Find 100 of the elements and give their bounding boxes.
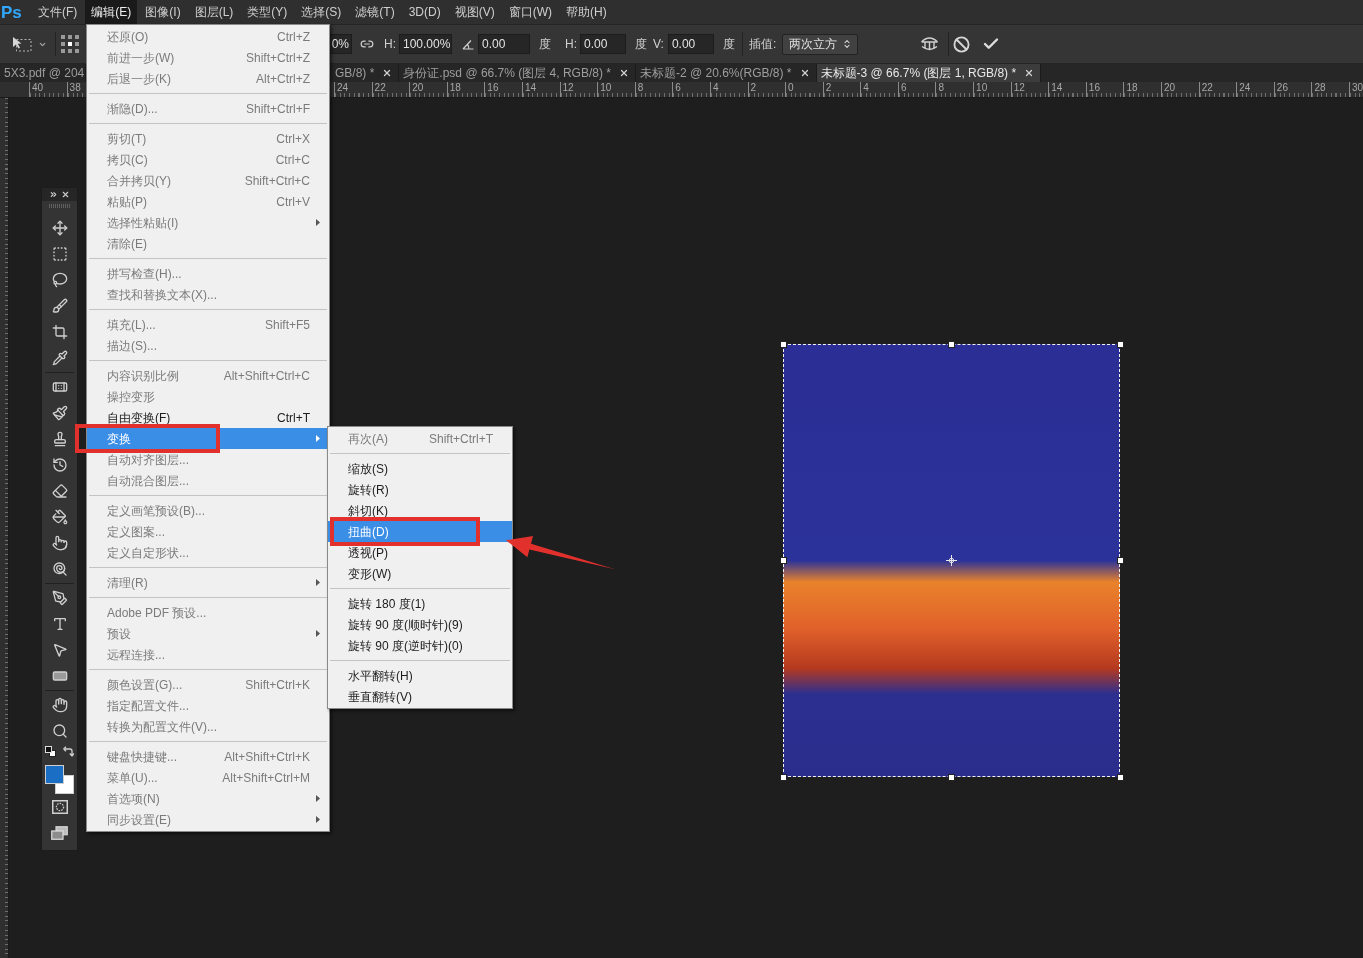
document-tab[interactable]: 未标题-3 @ 66.7% (图层 1, RGB/8) * bbox=[816, 64, 1042, 82]
menu-shortcut: Ctrl+X bbox=[276, 130, 310, 148]
menu-bar-item[interactable]: 视图(V) bbox=[448, 0, 501, 24]
link-icon[interactable] bbox=[360, 37, 374, 51]
transform-handle[interactable] bbox=[779, 557, 787, 564]
transform-handle[interactable] bbox=[1116, 773, 1124, 781]
angle-field[interactable]: 0.00 bbox=[478, 34, 530, 54]
menu-bar-item[interactable]: 图像(I) bbox=[139, 0, 187, 24]
brush-icon[interactable] bbox=[51, 298, 68, 314]
ruler-label: 16 bbox=[486, 82, 499, 93]
transform-handle[interactable] bbox=[779, 773, 787, 781]
ruler-label: 12 bbox=[561, 82, 574, 93]
unit-label: 度 bbox=[635, 36, 647, 53]
menu-shortcut: Alt+Shift+Ctrl+C bbox=[223, 367, 310, 385]
height-label: H: bbox=[384, 36, 396, 53]
pointing-finger-icon[interactable] bbox=[51, 535, 68, 551]
ruler-label: 38 bbox=[68, 82, 81, 93]
move-icon[interactable] bbox=[51, 220, 68, 236]
menu-item[interactable]: 扭曲(D) bbox=[328, 521, 512, 542]
photo-placeholder[interactable] bbox=[783, 344, 1120, 777]
warp-mesh-icon[interactable] bbox=[920, 36, 940, 52]
menu-bar-item[interactable]: 窗口(W) bbox=[502, 0, 558, 24]
menu-item[interactable]: 缩放(S) bbox=[328, 458, 512, 479]
close-icon[interactable] bbox=[382, 68, 393, 78]
menu-shortcut: Alt+Shift+Ctrl+K bbox=[224, 748, 310, 766]
magnifier-icon[interactable] bbox=[51, 723, 68, 739]
transform-handle[interactable] bbox=[779, 340, 787, 348]
color-swatches-icon[interactable] bbox=[45, 765, 74, 794]
dashed-selection-arrow-icon[interactable] bbox=[12, 36, 32, 52]
menu-item[interactable]: 自由变换(F) Ctrl+T bbox=[87, 407, 329, 428]
ruler-label: 24 bbox=[1238, 82, 1251, 93]
menu-item[interactable]: 旋转 90 度(顺时针)(9) bbox=[328, 614, 512, 635]
menu-shortcut: Ctrl+T bbox=[277, 409, 310, 427]
bandage-icon[interactable] bbox=[51, 379, 68, 395]
paintbrush-icon[interactable] bbox=[51, 405, 68, 421]
ruler-label: 8 bbox=[937, 82, 945, 93]
menu-bar-item[interactable]: 图层(L) bbox=[188, 0, 240, 24]
crosshair-icon[interactable] bbox=[946, 555, 957, 566]
menu-item[interactable]: 垂直翻转(V) bbox=[328, 686, 512, 707]
menu-item[interactable]: 水平翻转(H) bbox=[328, 665, 512, 686]
collapse-chevrons-icon[interactable] bbox=[49, 190, 58, 199]
ruler-label: 26 bbox=[1275, 82, 1288, 93]
menu-bar-item[interactable]: 帮助(H) bbox=[560, 0, 613, 24]
pen-icon[interactable] bbox=[51, 590, 68, 606]
menu-item[interactable]: 斜切(K) bbox=[328, 500, 512, 521]
interpolation-dropdown[interactable]: 两次立方 bbox=[782, 33, 859, 55]
rectangle-icon[interactable] bbox=[51, 668, 68, 684]
swap-arrow-icon[interactable] bbox=[63, 746, 74, 757]
screen-mode-icon[interactable] bbox=[51, 826, 68, 840]
reference-point-grid-icon[interactable] bbox=[61, 35, 79, 53]
ruler-label: 8 bbox=[636, 82, 644, 93]
close-icon[interactable] bbox=[799, 68, 810, 78]
eraser-icon[interactable] bbox=[51, 483, 68, 499]
menu-bar-item[interactable]: 编辑(E) bbox=[85, 0, 138, 24]
panel-grip-icon[interactable] bbox=[48, 204, 71, 208]
skew-v-field[interactable]: 0.00 bbox=[667, 34, 714, 54]
lollipop-icon[interactable] bbox=[51, 561, 68, 577]
close-icon[interactable] bbox=[61, 190, 70, 199]
dashed-square-icon[interactable] bbox=[51, 246, 68, 262]
cancel-icon[interactable] bbox=[953, 35, 971, 53]
history-icon[interactable] bbox=[51, 457, 68, 473]
crop-icon[interactable] bbox=[51, 324, 68, 340]
menu-shortcut: Alt+Shift+Ctrl+M bbox=[222, 769, 310, 787]
menu-shortcut: Shift+Ctrl+K bbox=[245, 676, 310, 694]
menu-bar-item[interactable]: 类型(Y) bbox=[241, 0, 294, 24]
quick-mask-icon[interactable] bbox=[51, 800, 68, 814]
menu-bar-item[interactable]: 文件(F) bbox=[32, 0, 84, 24]
close-icon[interactable] bbox=[618, 68, 629, 78]
default-colors-icon[interactable] bbox=[45, 746, 56, 757]
menu-item[interactable]: 旋转 90 度(逆时针)(0) bbox=[328, 635, 512, 656]
ruler-label: 2 bbox=[824, 82, 832, 93]
hand-icon[interactable] bbox=[51, 697, 68, 713]
menu-item[interactable]: 变换 bbox=[87, 428, 329, 449]
eyedropper-icon[interactable] bbox=[51, 350, 68, 366]
stamp-icon[interactable] bbox=[51, 431, 68, 447]
transform-handle[interactable] bbox=[1116, 557, 1124, 564]
width-field[interactable]: 0% bbox=[330, 34, 352, 54]
transform-handle[interactable] bbox=[1116, 340, 1124, 348]
lasso-icon[interactable] bbox=[51, 272, 68, 288]
ruler-label: 14 bbox=[1050, 82, 1063, 93]
menu-bar-item[interactable]: 滤镜(T) bbox=[349, 0, 401, 24]
menu-bar-item[interactable]: 3D(D) bbox=[402, 0, 447, 24]
menu-shortcut: Ctrl+V bbox=[276, 193, 310, 211]
interpolation-label: 插值: bbox=[748, 36, 777, 53]
pointer-arrow-icon[interactable] bbox=[51, 642, 68, 658]
skew-h-field[interactable]: 0.00 bbox=[580, 34, 626, 54]
transform-handle[interactable] bbox=[948, 773, 955, 781]
text-tool-icon[interactable] bbox=[51, 616, 68, 632]
menu-bar-item[interactable]: 选择(S) bbox=[295, 0, 348, 24]
height-field[interactable]: 100.00% bbox=[399, 34, 452, 54]
menu-item[interactable]: 变形(W) bbox=[328, 563, 512, 584]
paint-bucket-icon[interactable] bbox=[51, 509, 68, 525]
menu-item[interactable]: 旋转 180 度(1) bbox=[328, 593, 512, 614]
menu-shortcut: Shift+Ctrl+F bbox=[245, 100, 310, 118]
transform-handle[interactable] bbox=[948, 340, 955, 348]
menu-item[interactable]: 旋转(R) bbox=[328, 479, 512, 500]
ruler-label: 28 bbox=[1313, 82, 1326, 93]
app-logo: Ps bbox=[1, 3, 23, 21]
close-icon[interactable] bbox=[1024, 68, 1035, 78]
menu-item[interactable]: 透视(P) bbox=[328, 542, 512, 563]
